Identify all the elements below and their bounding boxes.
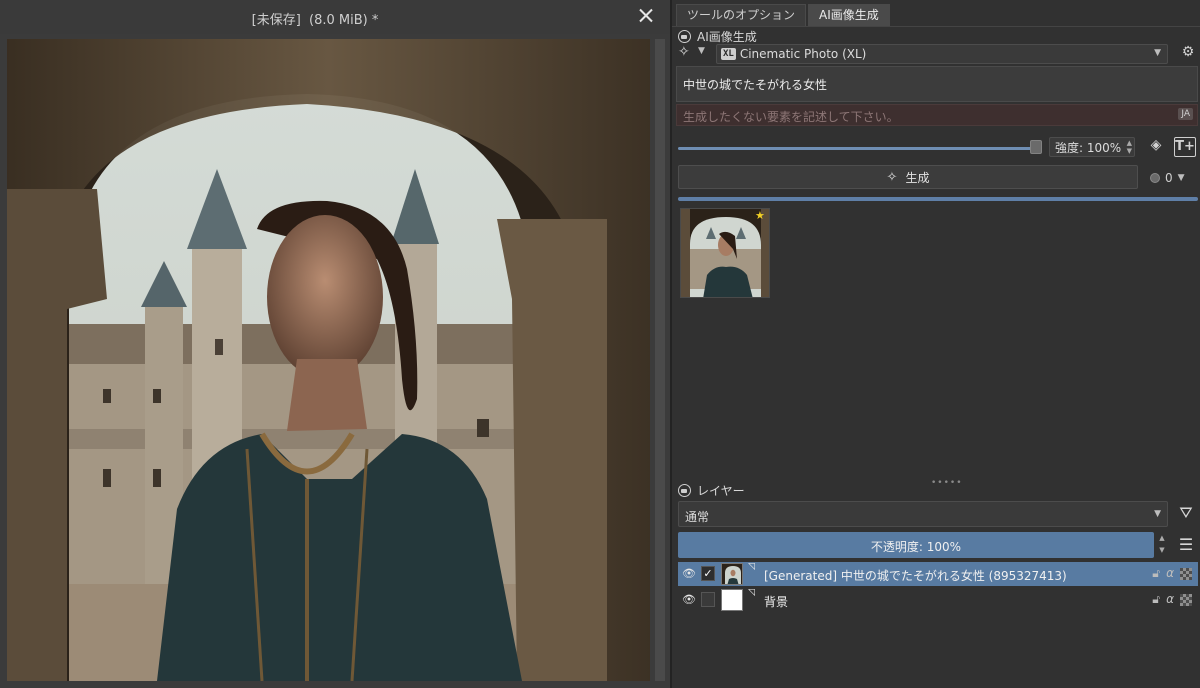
opacity-label: 不透明度: 100% [870, 540, 962, 554]
lock-icon[interactable] [678, 29, 691, 43]
ai-panel-title: AI画像生成 [697, 29, 757, 44]
layer-row[interactable]: 👁 ◹ 背景 🔓︎ α [678, 588, 1198, 612]
layer-checkbox[interactable] [701, 592, 715, 607]
language-badge[interactable]: JA [1178, 108, 1193, 120]
negative-prompt-placeholder: 生成したくない要素を記述して下さい。 [683, 110, 899, 124]
queue-status-icon [1150, 173, 1160, 183]
transparency-icon[interactable] [1180, 594, 1192, 606]
alpha-lock-icon[interactable]: α [1166, 566, 1174, 581]
negative-prompt-input[interactable]: 生成したくない要素を記述して下さい。 JA [676, 104, 1198, 126]
lock-layer-icon[interactable]: 🔓︎ [1152, 566, 1160, 581]
tab-ai-image-generation[interactable]: AI画像生成 [808, 4, 890, 26]
generation-progress-bar [678, 197, 1198, 201]
alpha-lock-icon[interactable]: α [1166, 592, 1174, 607]
paint-layer-icon: ◹ [748, 562, 755, 572]
layer-thumbnail [721, 589, 743, 611]
lock-icon[interactable] [678, 483, 691, 497]
paint-layer-icon: ◹ [748, 588, 755, 598]
strength-label: 強度: 100% [1055, 140, 1122, 155]
queue-indicator[interactable]: 0 ▼ [1150, 169, 1198, 187]
document-titlebar: [未保存] (8.0 MiB) * [0, 0, 670, 34]
docker-panel: ツールのオプション AI画像生成 AI画像生成 ✧ ▼ XL Cinematic… [670, 0, 1200, 688]
layers-panel-header: レイヤー [678, 482, 745, 498]
prompt-input[interactable]: 中世の城でたそがれる女性 [676, 66, 1198, 102]
queue-count: 0 [1165, 171, 1173, 185]
strength-spinbox[interactable]: 強度: 100% ▲ ▼ [1049, 137, 1135, 157]
docker-tabs: ツールのオプション AI画像生成 [676, 4, 890, 26]
strength-slider-handle[interactable] [1030, 140, 1042, 154]
filter-icon[interactable]: ⛛ [1176, 503, 1196, 525]
magic-wand-icon: ✧ [886, 169, 898, 185]
layer-name: 背景 [764, 595, 789, 609]
generated-image [7, 39, 650, 681]
layer-thumbnail [721, 563, 743, 585]
chevron-down-icon: ▼ [1154, 48, 1161, 58]
model-badge: XL [721, 48, 736, 60]
panel-splitter-handle[interactable]: ••••• [931, 478, 963, 488]
star-icon[interactable]: ★ [755, 209, 765, 222]
tab-tool-options[interactable]: ツールのオプション [676, 4, 807, 26]
blend-mode-value: 通常 [685, 510, 710, 524]
style-menu-button[interactable]: ✧ ▼ [678, 44, 708, 62]
canvas-scrollbar[interactable] [655, 39, 665, 681]
model-name: Cinematic Photo (XL) [739, 47, 867, 61]
spin-arrows-icon[interactable]: ▲ ▼ [1127, 139, 1132, 155]
layer-checkbox[interactable]: ✓ [701, 566, 715, 581]
strength-slider-track[interactable] [678, 147, 1034, 150]
magic-wand-icon: ✧ [678, 44, 690, 60]
document-title: [未保存] (8.0 MiB) * [251, 13, 379, 28]
chevron-down-icon: ▼ [698, 46, 705, 56]
layer-thumbnail-image [722, 564, 742, 584]
layer-row[interactable]: 👁 ✓ ◹ [Generated] 中世の城でたそがれる女性 (89532741… [678, 562, 1198, 586]
chevron-down-icon: ▼ [1177, 173, 1185, 183]
eye-icon[interactable]: 👁 [682, 593, 696, 606]
ai-panel-header: AI画像生成 [678, 28, 757, 44]
gears-icon[interactable]: ⚙ [1178, 44, 1198, 62]
close-icon[interactable] [636, 6, 656, 26]
model-select[interactable]: XL Cinematic Photo (XL) ▼ [716, 44, 1168, 64]
add-text-icon[interactable]: T+ [1174, 137, 1196, 157]
transparency-icon[interactable] [1180, 568, 1192, 580]
layer-property-icons: 🔓︎ α [1152, 566, 1192, 581]
document-view: [未保存] (8.0 MiB) * [0, 0, 670, 688]
layer-name: [Generated] 中世の城でたそがれる女性 (895327413) [764, 569, 1067, 583]
thumbnail-image [681, 209, 769, 297]
blend-mode-select[interactable]: 通常 ▼ [678, 501, 1168, 527]
generate-button[interactable]: ✧ 生成 [678, 165, 1138, 189]
lock-layer-icon[interactable]: 🔓︎ [1152, 592, 1160, 607]
prompt-text: 中世の城でたそがれる女性 [683, 78, 828, 92]
spin-arrows-icon[interactable]: ▲ ▼ [1156, 532, 1168, 558]
opacity-slider[interactable]: 不透明度: 100% [678, 532, 1154, 558]
layer-property-icons: 🔓︎ α [1152, 592, 1192, 607]
image-canvas[interactable] [7, 39, 650, 681]
add-layer-icon[interactable]: ◈ [1146, 137, 1166, 157]
hamburger-menu-icon[interactable]: ☰ [1176, 535, 1196, 555]
layers-panel-title: レイヤー [697, 483, 745, 498]
eye-icon[interactable]: 👁 [682, 567, 696, 580]
generate-label: 生成 [905, 170, 930, 185]
chevron-down-icon: ▼ [1154, 509, 1161, 519]
